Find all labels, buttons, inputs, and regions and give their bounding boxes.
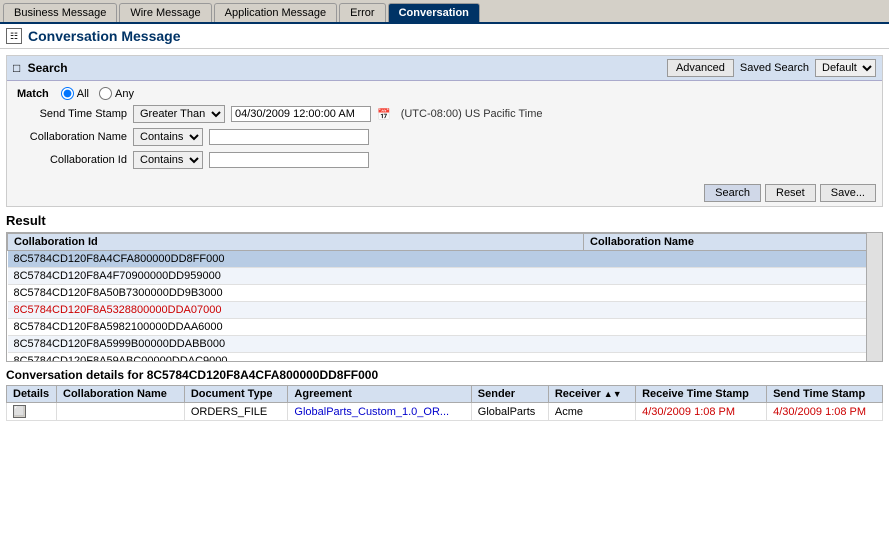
details-col-agreement[interactable]: Agreement xyxy=(288,386,471,403)
result-row[interactable]: 8C5784CD120F8A4CFA800000DD8FF000 xyxy=(8,251,882,268)
send-time-stamp-operator[interactable]: Greater Than xyxy=(133,105,225,123)
collab-id-row: Collaboration Id Contains xyxy=(17,151,872,169)
details-table: Details Collaboration Name Document Type… xyxy=(6,385,883,421)
search-controls-right: Advanced Saved Search Default xyxy=(667,59,876,77)
col-collaboration-id[interactable]: Collaboration Id xyxy=(8,234,584,251)
timezone-display: (UTC-08:00) US Pacific Time xyxy=(401,108,543,120)
details-section: Conversation details for 8C5784CD120F8A4… xyxy=(6,368,883,421)
tab-wire-message[interactable]: Wire Message xyxy=(119,3,211,22)
result-row[interactable]: 8C5784CD120F8A50B7300000DD9B3000 xyxy=(8,285,882,302)
saved-search-label: Saved Search xyxy=(740,62,809,74)
details-col-receive-ts[interactable]: Receive Time Stamp xyxy=(636,386,767,403)
match-label: Match xyxy=(17,88,49,100)
tab-application-message[interactable]: Application Message xyxy=(214,3,338,22)
result-row[interactable]: 8C5784CD120F8A59ABC00000DDAC9000 xyxy=(8,353,882,363)
send-time-stamp-label: Send Time Stamp xyxy=(17,108,127,120)
search-section: □ Search Advanced Saved Search Default M… xyxy=(6,55,883,207)
match-row: Match All Any xyxy=(17,87,872,100)
scrollbar[interactable] xyxy=(866,233,882,361)
page-title-bar: ☷ Conversation Message xyxy=(0,24,889,49)
result-title: Result xyxy=(6,213,883,228)
result-row[interactable]: 8C5784CD120F8A4F70900000DD959000 xyxy=(8,268,882,285)
details-col-receiver[interactable]: Receiver ▲▼ xyxy=(548,386,635,403)
collab-name-row: Collaboration Name Contains xyxy=(17,128,872,146)
col-collaboration-name[interactable]: Collaboration Name xyxy=(584,234,882,251)
collab-name-label: Collaboration Name xyxy=(17,131,127,143)
collapse-icon[interactable]: □ xyxy=(13,61,20,75)
tab-bar: Business Message Wire Message Applicatio… xyxy=(0,0,889,24)
search-button[interactable]: Search xyxy=(704,184,761,202)
details-title: Conversation details for 8C5784CD120F8A4… xyxy=(6,368,883,382)
details-col-doc-type[interactable]: Document Type xyxy=(184,386,288,403)
save-button[interactable]: Save... xyxy=(820,184,876,202)
search-section-title: □ Search xyxy=(13,61,68,75)
details-row: ⬜ORDERS_FILEGlobalParts_Custom_1.0_OR...… xyxy=(7,403,883,421)
collab-id-operator[interactable]: Contains xyxy=(133,151,203,169)
saved-search-select[interactable]: Default xyxy=(815,59,876,77)
result-row[interactable]: 8C5784CD120F8A5328800000DDA07000 xyxy=(8,302,882,319)
search-header: □ Search Advanced Saved Search Default xyxy=(7,56,882,81)
collab-id-label: Collaboration Id xyxy=(17,154,127,166)
result-table-wrapper: Collaboration Id Collaboration Name 8C57… xyxy=(6,232,883,362)
details-icon[interactable]: ⬜ xyxy=(13,405,26,418)
send-time-stamp-row: Send Time Stamp Greater Than 📅 (UTC-08:0… xyxy=(17,105,872,123)
collab-name-input[interactable] xyxy=(209,129,369,145)
result-row[interactable]: 8C5784CD120F8A5999B00000DDABB000 xyxy=(8,336,882,353)
receiver-sort-icon[interactable]: ▲▼ xyxy=(604,389,622,399)
reset-button[interactable]: Reset xyxy=(765,184,816,202)
radio-group: All Any xyxy=(61,87,134,100)
collab-id-input[interactable] xyxy=(209,152,369,168)
search-body: Match All Any Send Time Stamp Greater Th… xyxy=(7,81,882,180)
page-title: Conversation Message xyxy=(28,28,181,44)
details-col-send-ts[interactable]: Send Time Stamp xyxy=(767,386,883,403)
page-icon: ☷ xyxy=(6,28,22,44)
details-col-sender[interactable]: Sender xyxy=(471,386,548,403)
tab-error[interactable]: Error xyxy=(339,3,385,22)
collab-name-operator[interactable]: Contains xyxy=(133,128,203,146)
result-section: Result Collaboration Id Collaboration Na… xyxy=(6,213,883,362)
details-col-collab-name[interactable]: Collaboration Name xyxy=(57,386,185,403)
details-col-details: Details xyxy=(7,386,57,403)
match-all-radio[interactable]: All xyxy=(61,87,89,100)
result-table: Collaboration Id Collaboration Name 8C57… xyxy=(7,233,882,362)
advanced-button[interactable]: Advanced xyxy=(667,59,734,77)
result-row[interactable]: 8C5784CD120F8A5982100000DDAA6000 xyxy=(8,319,882,336)
search-actions: Search Reset Save... xyxy=(7,180,882,206)
calendar-icon[interactable]: 📅 xyxy=(377,108,391,121)
tab-conversation[interactable]: Conversation xyxy=(388,3,480,22)
tab-business-message[interactable]: Business Message xyxy=(3,3,117,22)
match-any-radio[interactable]: Any xyxy=(99,87,134,100)
send-time-stamp-input[interactable] xyxy=(231,106,371,122)
